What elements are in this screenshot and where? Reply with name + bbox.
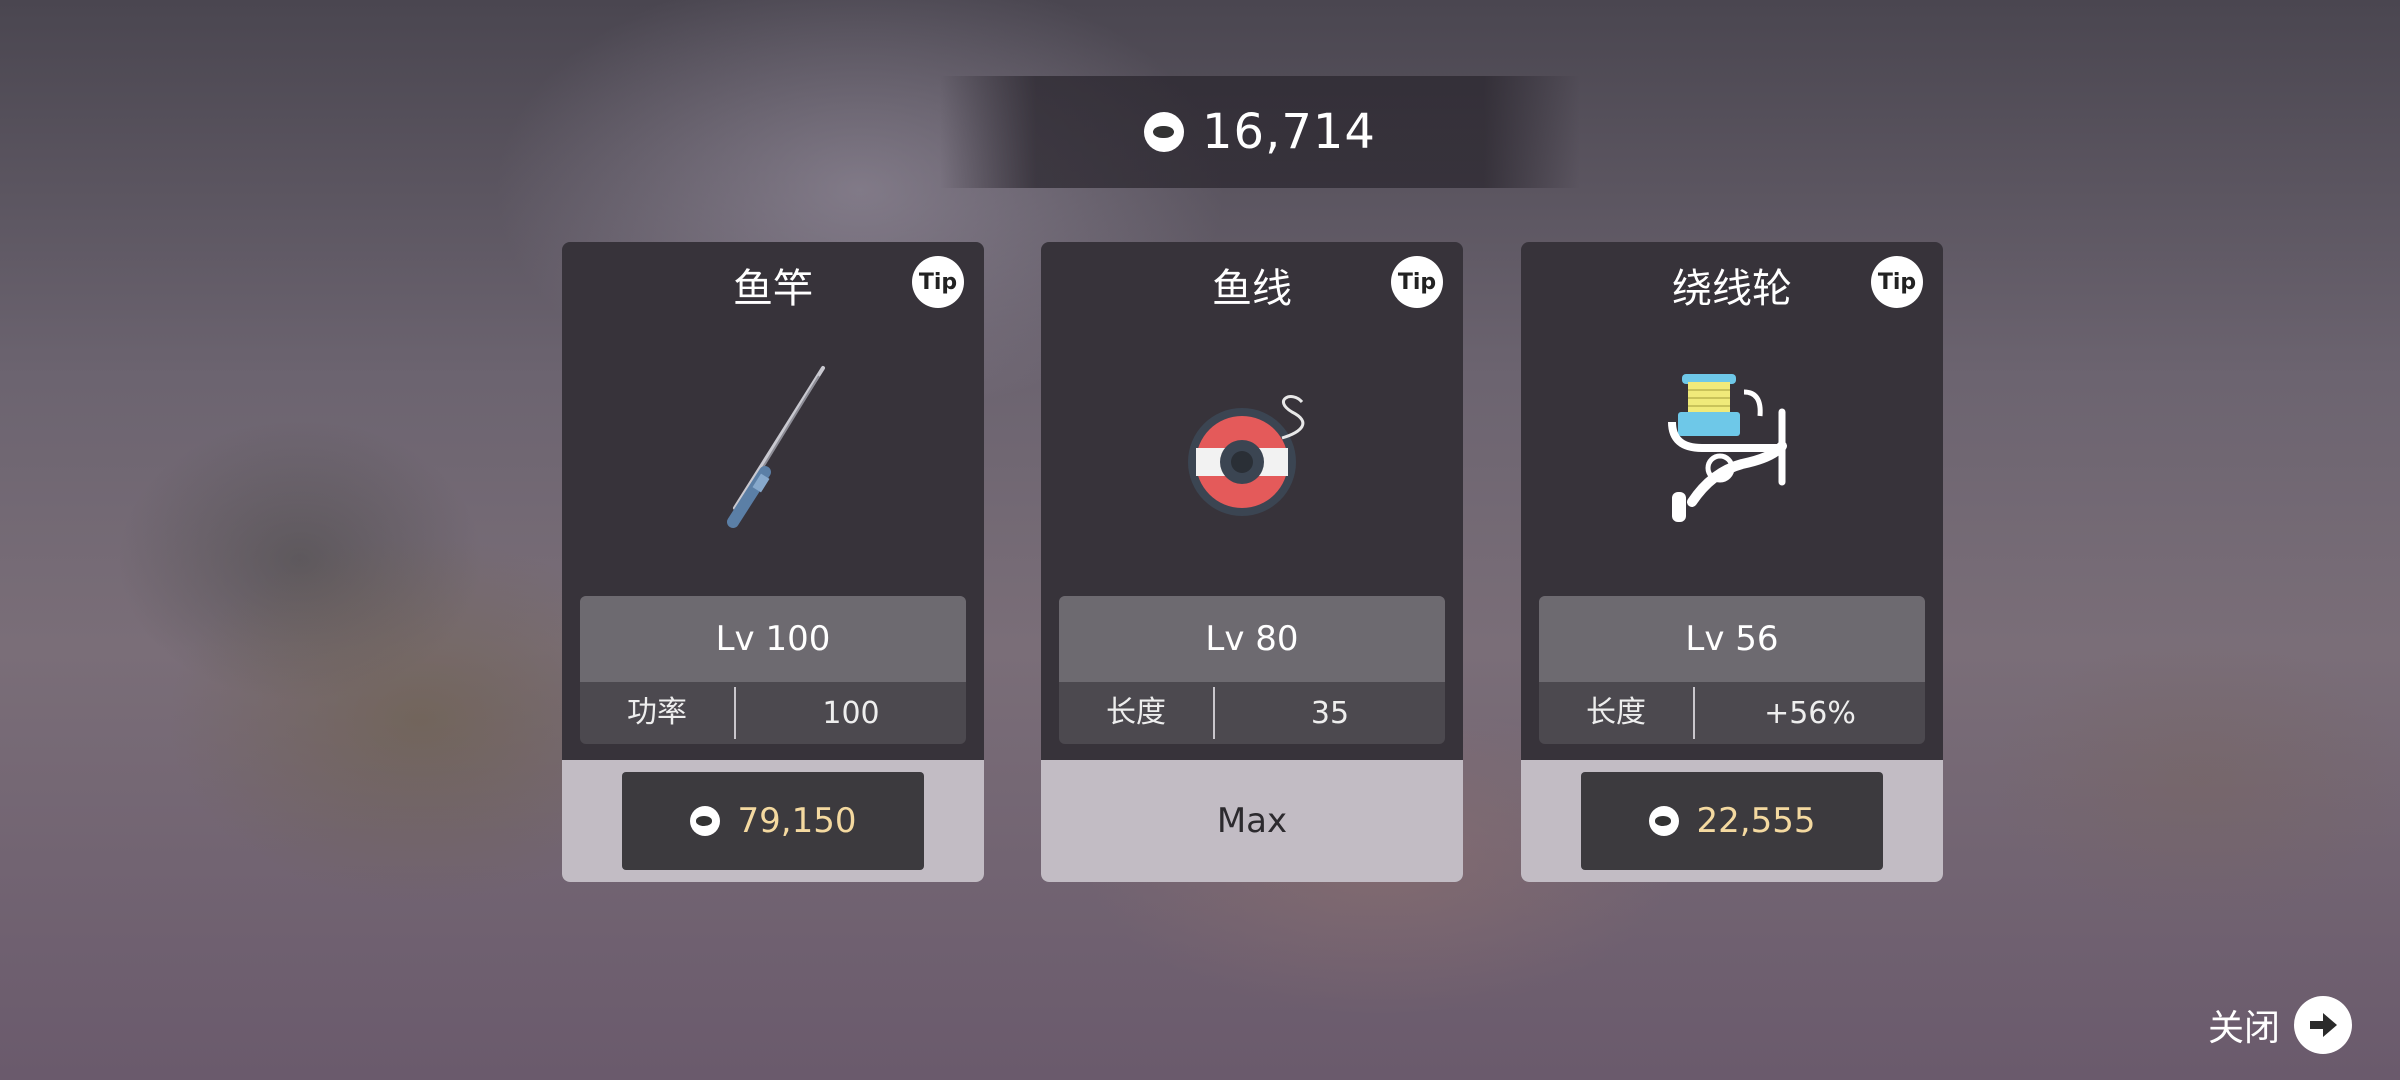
fish-coin-icon	[689, 806, 720, 836]
stat-value: +56%	[1764, 695, 1856, 731]
card-footer: Max	[1041, 760, 1463, 882]
price: 22,555	[1696, 801, 1816, 841]
line-card: 鱼线 Tip Lv 80 长度 35 Max	[1041, 242, 1463, 882]
card-footer: 22,555	[1521, 760, 1943, 882]
stats-panel: Lv 56 长度 +56%	[1539, 596, 1925, 744]
fish-coin-icon	[1144, 112, 1185, 152]
fishing-reel-icon	[1521, 332, 1943, 572]
stat-label: 功率	[580, 687, 736, 739]
price: 79,150	[737, 801, 857, 841]
balance-value: 16,714	[1202, 104, 1376, 160]
level-label: Lv 100	[580, 596, 966, 682]
arrow-right-icon	[2294, 996, 2353, 1054]
stat-label: 长度	[1539, 687, 1695, 739]
stats-panel: Lv 80 长度 35	[1059, 596, 1445, 744]
level-label: Lv 80	[1059, 596, 1445, 682]
upgrade-rod-button[interactable]: 79,150	[622, 772, 924, 870]
currency-balance: 16,714	[940, 76, 1580, 188]
rod-card: 鱼竿 Tip Lv 100 功率 100 79,150	[562, 242, 984, 882]
stat-value: 35	[1310, 695, 1350, 731]
fishing-line-spool-icon	[1041, 332, 1463, 572]
tip-button[interactable]: Tip	[1391, 256, 1443, 308]
close-button[interactable]: 关闭	[2208, 996, 2353, 1054]
fishing-rod-icon	[562, 332, 984, 572]
card-footer: 79,150	[562, 760, 984, 882]
max-label: Max	[1216, 801, 1288, 841]
fish-coin-icon	[1648, 806, 1679, 836]
tip-button[interactable]: Tip	[912, 256, 964, 308]
level-label: Lv 56	[1539, 596, 1925, 682]
stats-panel: Lv 100 功率 100	[580, 596, 966, 744]
close-label: 关闭	[2208, 1008, 2281, 1049]
stat-value: 100	[822, 695, 880, 731]
stat-label: 长度	[1059, 687, 1215, 739]
tip-button[interactable]: Tip	[1871, 256, 1923, 308]
reel-card: 绕线轮 Tip Lv 56 长度 +56% 22,555	[1521, 242, 1943, 882]
upgrade-reel-button[interactable]: 22,555	[1581, 772, 1883, 870]
